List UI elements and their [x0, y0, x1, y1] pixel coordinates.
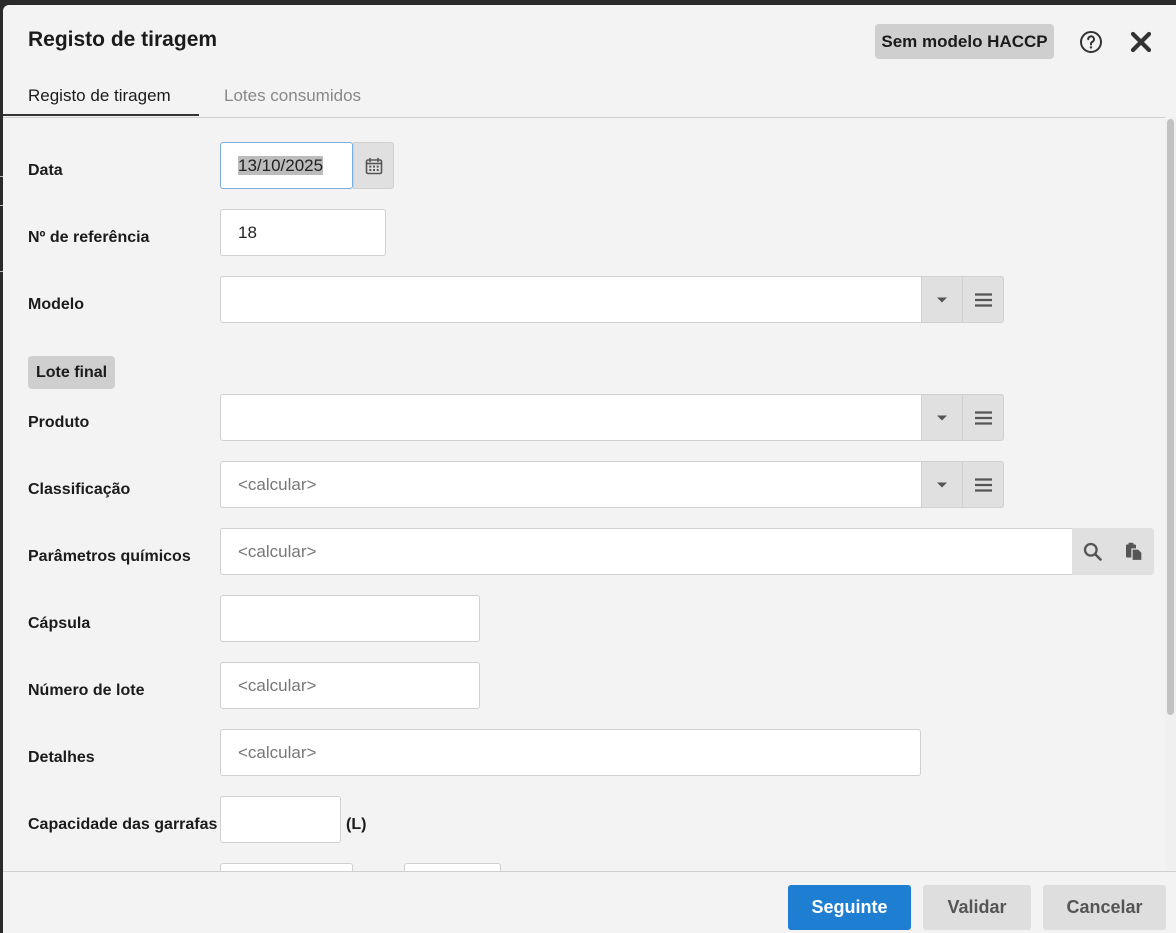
list-icon — [974, 477, 992, 492]
parametros-input[interactable]: <calcular> — [220, 528, 1073, 575]
capsula-label: Cápsula — [28, 615, 91, 632]
modelo-label: Modelo — [28, 296, 84, 313]
list-icon — [974, 410, 992, 425]
classificacao-select[interactable]: <calcular> — [220, 461, 922, 508]
data-label: Data — [28, 162, 63, 179]
parametros-label: Parâmetros químicos — [28, 548, 191, 565]
parametros-search-button[interactable] — [1072, 528, 1113, 575]
detalhes-label: Detalhes — [28, 749, 95, 766]
referencia-input[interactable]: 18 — [220, 209, 386, 256]
tab-lotes-consumidos[interactable]: Lotes consumidos — [224, 86, 361, 106]
chevron-down-icon — [937, 415, 947, 420]
validate-button[interactable]: Validar — [923, 885, 1031, 930]
dialog: Registo de tiragem Sem modelo HACCP Regi… — [3, 5, 1176, 933]
dialog-header: Registo de tiragem Sem modelo HACCP — [3, 5, 1176, 75]
numero-lote-label: Número de lote — [28, 682, 145, 699]
classificacao-list-button[interactable] — [962, 461, 1004, 508]
produto-label: Produto — [28, 414, 90, 431]
date-value: 13/10/2025 — [238, 156, 324, 175]
classificacao-label: Classificação — [28, 481, 131, 498]
chevron-down-icon — [937, 297, 947, 302]
next-row-input[interactable] — [404, 863, 501, 871]
modelo-select[interactable] — [220, 276, 922, 323]
section-lote-final: Lote final — [28, 356, 116, 389]
search-icon — [1083, 542, 1102, 561]
capacidade-label: Capacidade das garrafas — [28, 816, 218, 833]
classificacao-dropdown-button[interactable] — [921, 461, 963, 508]
modelo-list-button[interactable] — [962, 276, 1004, 323]
produto-select[interactable] — [220, 394, 922, 441]
calendar-icon — [365, 157, 382, 174]
detalhes-input[interactable]: <calcular> — [220, 729, 921, 776]
tab-registo-de-tiragem[interactable]: Registo de tiragem — [28, 86, 171, 106]
produto-list-button[interactable] — [962, 394, 1004, 441]
next-button[interactable]: Seguinte — [788, 885, 911, 930]
numero-lote-input[interactable]: <calcular> — [220, 662, 480, 709]
dialog-title: Registo de tiragem — [28, 28, 218, 51]
capacidade-unit: (L) — [346, 816, 367, 833]
capacidade-input[interactable] — [220, 796, 341, 843]
close-icon[interactable] — [1130, 31, 1152, 53]
calendar-button[interactable] — [353, 142, 394, 189]
produto-dropdown-button[interactable] — [921, 394, 963, 441]
chevron-down-icon — [937, 482, 947, 487]
list-icon — [974, 292, 992, 307]
next-row-input[interactable] — [220, 863, 353, 871]
parametros-paste-button[interactable] — [1113, 528, 1154, 575]
help-circle-icon[interactable] — [1079, 30, 1103, 54]
modelo-dropdown-button[interactable] — [921, 276, 963, 323]
haccp-status-badge: Sem modelo HACCP — [875, 24, 1054, 59]
dialog-footer: Seguinte Validar Cancelar — [3, 871, 1176, 933]
capsula-input[interactable] — [220, 595, 480, 642]
scrollbar[interactable] — [1165, 117, 1176, 871]
scrollbar-thumb[interactable] — [1167, 119, 1174, 715]
paste-icon — [1125, 542, 1143, 561]
date-input[interactable]: 13/10/2025 — [220, 142, 353, 189]
active-tab-indicator — [3, 114, 199, 116]
cancel-button[interactable]: Cancelar — [1043, 885, 1166, 930]
referencia-label: Nº de referência — [28, 229, 150, 246]
tab-bar: Registo de tiragem Lotes consumidos — [3, 75, 1176, 118]
form-body: Data 13/10/2025 Nº de referência 18 Mode… — [3, 117, 1176, 871]
